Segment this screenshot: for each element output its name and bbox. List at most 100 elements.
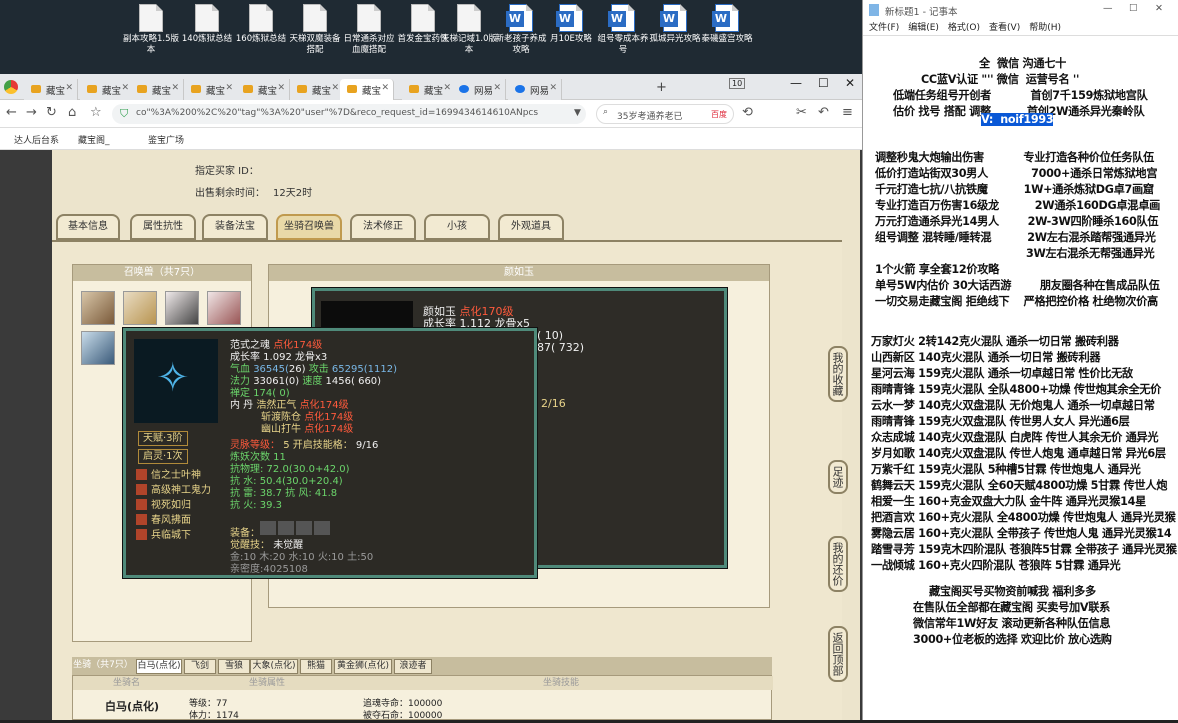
bookmark-item[interactable]: 藏宝阁_ [78,133,110,146]
desktop-file-icon[interactable]: 日常通杀对应血魔搭配 [340,4,398,56]
desktop-file-icon[interactable]: 140炼狱总结 [178,4,236,45]
selected-text[interactable]: V: noif1993 [981,112,1054,128]
tab-close-icon[interactable]: ✕ [277,83,285,93]
equip-slot[interactable] [278,521,294,535]
browser-tab[interactable]: 网易 ✕ [508,79,562,100]
search-engine-label[interactable]: 百度 [711,109,727,120]
maximize-icon[interactable]: ☐ [818,76,829,90]
page-tab[interactable]: 外观道具 [498,214,564,240]
home-icon[interactable]: ⌂ [68,105,76,120]
menu-edit[interactable]: 编辑(E) [908,20,939,33]
browser-tab[interactable]: 网易 ✕ [452,79,506,100]
reload-icon[interactable]: ↻ [46,105,57,120]
notepad-line: CC蓝V认证 "'' 微信 运营号名 '' [921,73,1080,86]
equip-slot[interactable] [314,521,330,535]
beast-skill[interactable]: 信之士叶神 [136,469,201,482]
beast-thumb[interactable] [123,291,157,325]
tab-close-icon[interactable]: ✕ [443,83,451,93]
equip-slot[interactable] [260,521,276,535]
maximize-icon[interactable]: ☐ [1129,3,1138,14]
menu-icon[interactable]: ≡ [842,105,853,120]
browser-tab[interactable]: 藏宝 ✕ [80,79,134,100]
mount-tab[interactable]: 雪狼 [218,659,250,674]
menu-view[interactable]: 查看(V) [989,20,1020,33]
bookmark-star-icon[interactable]: ☆ [90,105,102,120]
tab-close-icon[interactable]: ✕ [493,83,501,93]
search-input[interactable]: ⌕ 35岁考通养老已 百度 [596,104,734,124]
browser-tab[interactable]: 藏宝 ✕ [130,79,184,100]
url-input[interactable]: ⛉ co"%3A%200%2C%20"tag"%3A%20"user"%7D&r… [112,104,586,124]
close-icon[interactable]: ✕ [1155,3,1163,14]
beast-thumb[interactable] [81,331,115,365]
page-tab[interactable]: 装备法宝 [202,214,268,240]
equip-slot[interactable] [296,521,312,535]
desktop-file-icon[interactable]: W 组号零成本养号 [594,4,652,56]
mount-tab[interactable]: 飞剑 [184,659,216,674]
remain-time: 出售剩余时间： 12天2时 [195,188,313,199]
desktop-file-icon[interactable]: W 秦磯盛宫攻略 [698,4,756,45]
beast-skill[interactable]: 视死如归 [136,499,191,512]
browser-tab[interactable]: 藏宝 ✕ [340,79,394,100]
desktop-area: 副本攻略1.5版本 140炼狱总结 160炼狱总结 天梯双魔装备搭配 日常通杀对应血魔搭… [0,0,862,74]
beast-skill[interactable]: 兵临城下 [136,529,191,542]
notepad-line: 专业打造百万伤害16级龙 2W通杀160DG卓混卓画 [875,199,1160,212]
page-tab[interactable]: 法术修正 [350,214,416,240]
search-icon: ⌕ [603,107,609,117]
tab-close-icon[interactable]: ✕ [225,83,233,93]
desktop-file-icon[interactable]: W 月10E攻略 [542,4,600,45]
forward-icon[interactable]: → [26,105,37,120]
menu-format[interactable]: 格式(O) [948,20,980,33]
dropdown-icon[interactable]: ▼ [574,108,581,118]
notepad-line: 万家灯火 2转142克火混队 通杀一切日常 搬砖利器 [871,335,1119,348]
page-tab[interactable]: 属性抗性 [130,214,196,240]
mount-tab[interactable]: 白马(点化) [136,659,182,674]
page-tab[interactable]: 坐骑召唤兽 [276,214,342,240]
page-tab[interactable]: 基本信息 [56,214,120,240]
scissors-icon[interactable]: ✂ [796,105,807,120]
side-button[interactable]: 我的收藏 [828,346,848,402]
new-tab-icon[interactable]: + [656,80,667,95]
beast-thumb[interactable] [81,291,115,325]
undo-icon[interactable]: ↶ [818,105,829,120]
close-window-icon[interactable]: ✕ [845,76,855,90]
browser-logo-icon[interactable] [4,80,18,94]
browser-tab[interactable]: 藏宝 ✕ [236,79,290,100]
desktop-file-icon[interactable]: 160炼狱总结 [232,4,290,45]
browser-tab[interactable]: 藏宝 ✕ [290,79,344,100]
desktop-file-icon[interactable]: 天梯双魔装备搭配 [286,4,344,56]
bookmark-item[interactable]: 鉴宝广场 [148,133,184,146]
minimize-icon[interactable]: — [790,76,802,90]
mount-name[interactable]: 白马(点化) [105,700,159,713]
mount-tab[interactable]: 浪迹者 [394,659,432,674]
tab-close-icon[interactable]: ✕ [331,83,339,93]
desktop-file-icon[interactable]: 天梯记域1.0版本 [440,4,498,56]
beast-thumb[interactable] [207,291,241,325]
tab-count-badge[interactable]: 10 [729,78,746,89]
side-button[interactable]: 我的还价 [828,536,848,592]
desktop-file-icon[interactable]: 副本攻略1.5版本 [122,4,180,56]
beast-thumb[interactable] [165,291,199,325]
side-button[interactable]: 返回顶部 [828,626,848,682]
tab-close-icon[interactable]: ✕ [121,83,129,93]
mount-tab[interactable]: 大象(点化) [250,659,298,674]
tab-close-icon[interactable]: ✕ [549,83,557,93]
beast-skill[interactable]: 高级神工鬼力 [136,484,211,497]
minimize-icon[interactable]: — [1103,3,1113,14]
mount-tab[interactable]: 黄金狮(点化) [334,659,392,674]
menu-file[interactable]: 文件(F) [869,20,899,33]
side-button[interactable]: 足迹 [828,460,848,494]
mount-tab[interactable]: 熊猫 [300,659,332,674]
browser-tab[interactable]: 藏宝 ✕ [24,79,78,100]
sync-icon[interactable]: ⟲ [742,105,753,120]
tab-close-icon[interactable]: ✕ [171,83,179,93]
tab-close-icon[interactable]: ✕ [381,83,389,93]
beast-skill[interactable]: 春风拂面 [136,514,191,527]
back-icon[interactable]: ← [6,105,17,120]
desktop-file-icon[interactable]: W 孤城异光攻略 [646,4,704,45]
page-tab[interactable]: 小孩 [424,214,490,240]
browser-tab[interactable]: 藏宝 ✕ [184,79,238,100]
bookmark-item[interactable]: 达人后台系 [14,133,59,146]
menu-help[interactable]: 帮助(H) [1029,20,1061,33]
browser-tab[interactable]: 藏宝 ✕ [402,79,456,100]
tab-close-icon[interactable]: ✕ [65,83,73,93]
